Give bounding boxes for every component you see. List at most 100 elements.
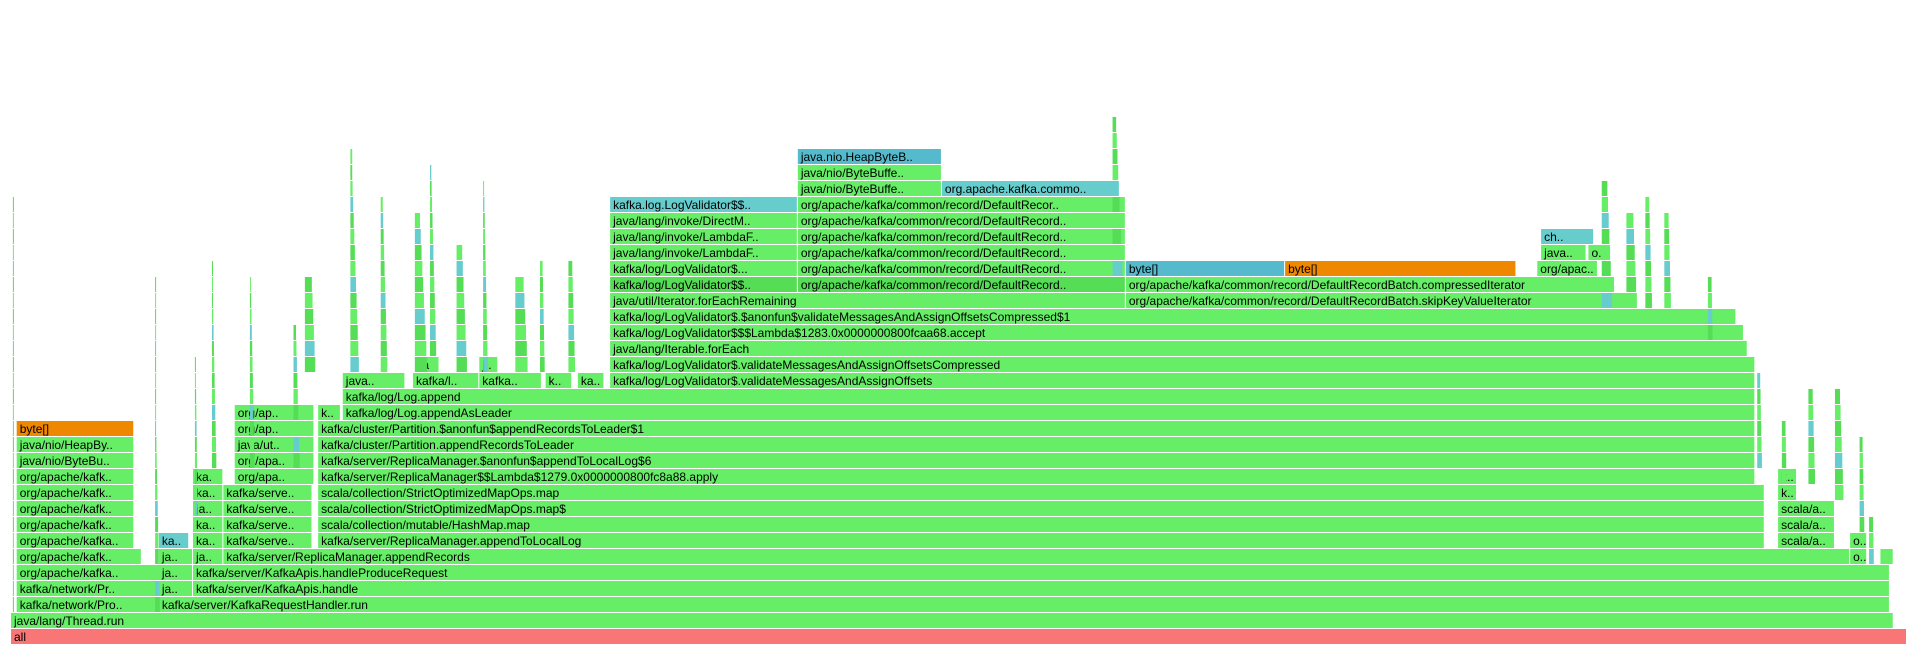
flame-frame[interactable]: kafka/log/LogValidator$.validateMessages… xyxy=(610,357,1755,372)
flame-frame[interactable]: java.. xyxy=(1541,245,1586,260)
flame-frame[interactable]: kafka/server/ReplicaManager.appendRecord… xyxy=(223,549,1850,564)
flame-frame[interactable]: kafka/server/KafkaRequestHandler.run xyxy=(158,597,1889,612)
flame-tower[interactable] xyxy=(414,213,428,372)
flame-tower[interactable] xyxy=(1869,517,1874,564)
flame-frame[interactable]: kafka/server/KafkaApis.handleProduceRequ… xyxy=(193,565,1889,580)
flame-frame[interactable]: org/apache/kafk.. xyxy=(16,469,134,484)
flame-frame[interactable]: java.. xyxy=(342,373,405,388)
flame-frame[interactable]: all xyxy=(11,629,1906,644)
flame-frame[interactable]: kafka/server/ReplicaManager$$Lambda$1279… xyxy=(318,469,1755,484)
flame-tower[interactable] xyxy=(1601,181,1613,308)
flame-tower[interactable] xyxy=(515,277,528,372)
flame-frame[interactable]: ch.. xyxy=(1541,229,1594,244)
flame-frame[interactable]: kafka/cluster/Partition.appendRecordsToL… xyxy=(318,437,1755,452)
flame-frame[interactable]: java/lang/invoke/LambdaF.. xyxy=(610,229,797,244)
flame-tower[interactable] xyxy=(12,197,14,628)
flame-frame[interactable]: java/lang/invoke/DirectM.. xyxy=(610,213,797,228)
flame-frame[interactable]: kafka/network/Pro.. xyxy=(16,597,156,612)
flame-frame[interactable]: java/nio/ByteBu.. xyxy=(16,453,134,468)
flame-frame[interactable]: org/apache/kafk.. xyxy=(16,501,134,516)
flame-tower[interactable] xyxy=(1859,437,1865,532)
flame-tower[interactable] xyxy=(1626,213,1637,308)
flame-frame[interactable]: java/lang/Iterable.forEach xyxy=(610,341,1747,356)
flame-tower[interactable] xyxy=(293,325,301,484)
flame-frame[interactable]: kafka/log/Log.appendAsLeader xyxy=(342,405,1755,420)
flame-frame[interactable]: kafka/serve.. xyxy=(223,517,312,532)
flame-frame[interactable]: org/apache/kafka/common/record/DefaultRe… xyxy=(797,213,1125,228)
flame-frame[interactable]: org/apache/kafka/common/record/DefaultRe… xyxy=(797,229,1125,244)
flame-frame[interactable]: ja.. xyxy=(193,549,223,564)
flame-frame[interactable]: org/apache/kafka.. xyxy=(16,565,156,580)
flame-tower[interactable] xyxy=(1781,421,1787,484)
flame-frame[interactable]: java/ut.. xyxy=(234,437,314,452)
flame-frame[interactable]: kafka/server/ReplicaManager.$anonfun$app… xyxy=(318,453,1755,468)
flame-frame[interactable]: k.. xyxy=(1778,485,1797,500)
flame-frame[interactable]: org/apache/kafka/common/record/DefaultRe… xyxy=(797,277,1125,292)
flame-frame[interactable]: java.nio.HeapByteB.. xyxy=(797,149,941,164)
flame-frame[interactable]: scala/a.. xyxy=(1778,517,1834,532)
flame-tower[interactable] xyxy=(1757,373,1762,468)
flame-frame[interactable]: org/apa.. xyxy=(234,453,314,468)
flame-frame[interactable]: ka.. xyxy=(193,533,223,548)
flame-tower[interactable] xyxy=(1834,389,1844,500)
flame-tower[interactable] xyxy=(1664,213,1671,308)
flame-frame[interactable]: k.. xyxy=(1778,469,1797,484)
flame-tower[interactable] xyxy=(211,261,217,484)
flame-tower[interactable] xyxy=(1707,277,1713,340)
flame-tower[interactable] xyxy=(1880,549,1893,564)
flame-frame[interactable]: byte[] xyxy=(1125,261,1285,276)
flame-tower[interactable] xyxy=(380,197,388,372)
flame-frame[interactable]: kafka/server/ReplicaManager.appendToLoca… xyxy=(318,533,1764,548)
flame-frame[interactable]: byte[] xyxy=(1285,261,1516,276)
flame-frame[interactable]: org/ap.. xyxy=(234,405,314,420)
flame-frame[interactable]: o.. xyxy=(1850,533,1866,548)
flame-tower[interactable] xyxy=(483,181,488,372)
flame-frame[interactable]: ka.. xyxy=(577,373,604,388)
flame-frame[interactable]: kafka/network/Pr.. xyxy=(16,581,156,596)
flame-frame[interactable]: org/apache/kafka/common/record/DefaultRe… xyxy=(797,245,1125,260)
flame-frame[interactable]: org/apache/kafka/common/record/DefaultRe… xyxy=(1125,277,1615,292)
flame-tower[interactable] xyxy=(194,357,198,516)
flame-tower[interactable] xyxy=(1645,197,1652,308)
flame-frame[interactable]: java/lang/Thread.run xyxy=(11,613,1893,628)
flame-frame[interactable]: java/util/Iterator.forEachRemaining xyxy=(610,293,1125,308)
flame-tower[interactable] xyxy=(249,277,255,468)
flame-frame[interactable]: kafka/serve.. xyxy=(223,485,312,500)
flame-frame[interactable]: j.. xyxy=(479,357,498,372)
flame-frame[interactable]: kafka/cluster/Partition.$anonfun$appendR… xyxy=(318,421,1755,436)
flame-frame[interactable]: scala/a.. xyxy=(1778,501,1834,516)
flame-frame[interactable]: org/apache/kafka/common/record/DefaultRe… xyxy=(797,197,1125,212)
flame-frame[interactable]: org/ap.. xyxy=(234,421,314,436)
flame-frame[interactable]: k.. xyxy=(545,373,572,388)
flame-frame[interactable]: org.apache.kafka.commo.. xyxy=(941,181,1116,196)
flame-frame[interactable]: kafka/serve.. xyxy=(223,533,312,548)
flame-frame[interactable]: java/nio/ByteBuffe.. xyxy=(797,165,941,180)
flame-frame[interactable]: scala/collection/mutable/HashMap.map xyxy=(318,517,1764,532)
flame-frame[interactable]: kafka/serve.. xyxy=(223,501,312,516)
flame-frame[interactable]: org/apache/kafk.. xyxy=(16,517,134,532)
flame-tower[interactable] xyxy=(430,165,437,372)
flame-frame[interactable]: org/apache/kafk.. xyxy=(16,549,141,564)
flame-frame[interactable]: k.. xyxy=(318,405,340,420)
flame-frame[interactable]: org/apache/kafka/common/record/DefaultRe… xyxy=(1125,293,1637,308)
flame-frame[interactable]: kafka/log/LogValidator$$$Lambda$1283.0x0… xyxy=(610,325,1743,340)
flame-frame[interactable]: org/apache/kafk.. xyxy=(16,485,134,500)
flame-tower[interactable] xyxy=(304,277,316,372)
flame-frame[interactable]: kafka/server/KafkaApis.handle xyxy=(193,581,1889,596)
flame-frame[interactable]: ka.. xyxy=(193,517,223,532)
flame-frame[interactable]: kafka/l.. xyxy=(412,373,479,388)
flame-frame[interactable]: kafka/log/LogValidator$.validateMessages… xyxy=(610,373,1755,388)
flame-frame[interactable]: kafka.log.LogValidator$$.. xyxy=(610,197,797,212)
flame-tower[interactable] xyxy=(1808,389,1815,484)
flame-frame[interactable]: org/apac.. xyxy=(1537,261,1597,276)
flame-frame[interactable]: kafka/log/LogValidator$... xyxy=(610,261,797,276)
flame-frame[interactable]: java/lang/invoke/LambdaF.. xyxy=(610,245,797,260)
flame-frame[interactable]: kafka/log/LogValidator$$.. xyxy=(610,277,797,292)
flame-frame[interactable]: o.. xyxy=(1850,549,1866,564)
flame-frame[interactable]: ja.. xyxy=(158,549,193,564)
flame-frame[interactable]: byte[] xyxy=(16,421,134,436)
flame-frame[interactable]: java/nio/ByteBuffe.. xyxy=(797,181,941,196)
flame-frame[interactable]: ja.. xyxy=(158,581,193,596)
flame-tower[interactable] xyxy=(568,261,576,372)
flame-frame[interactable]: scala/collection/StrictOptimizedMapOps.m… xyxy=(318,485,1764,500)
